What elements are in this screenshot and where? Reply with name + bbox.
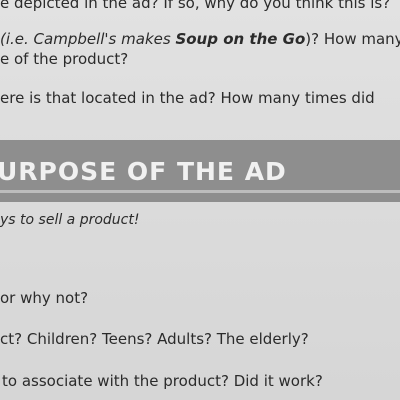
- section-subtitle: ys to sell a product!: [0, 212, 140, 228]
- question-line-5: or why not?: [0, 289, 89, 307]
- section-heading: URPOSE OF THE AD: [0, 157, 287, 186]
- question-line-1: e depicted in the ad? If so, why do you …: [0, 0, 391, 12]
- question-line-3: e of the product?: [0, 50, 129, 68]
- question-line-7: to associate with the product? Did it wo…: [2, 372, 323, 390]
- question-line-4: ere is that located in the ad? How many …: [0, 89, 375, 107]
- example-text-pre: (i.e. Campbell's makes: [0, 30, 176, 48]
- example-product-name: Soup on the Go: [175, 30, 306, 48]
- document-page: e depicted in the ad? If so, why do you …: [0, 0, 400, 400]
- question-line-2: (i.e. Campbell's makes Soup on the Go)? …: [0, 30, 400, 48]
- banner-divider: [0, 190, 400, 193]
- question-line-6: ct? Children? Teens? Adults? The elderly…: [0, 330, 309, 348]
- example-text-post: )? How many: [305, 30, 400, 48]
